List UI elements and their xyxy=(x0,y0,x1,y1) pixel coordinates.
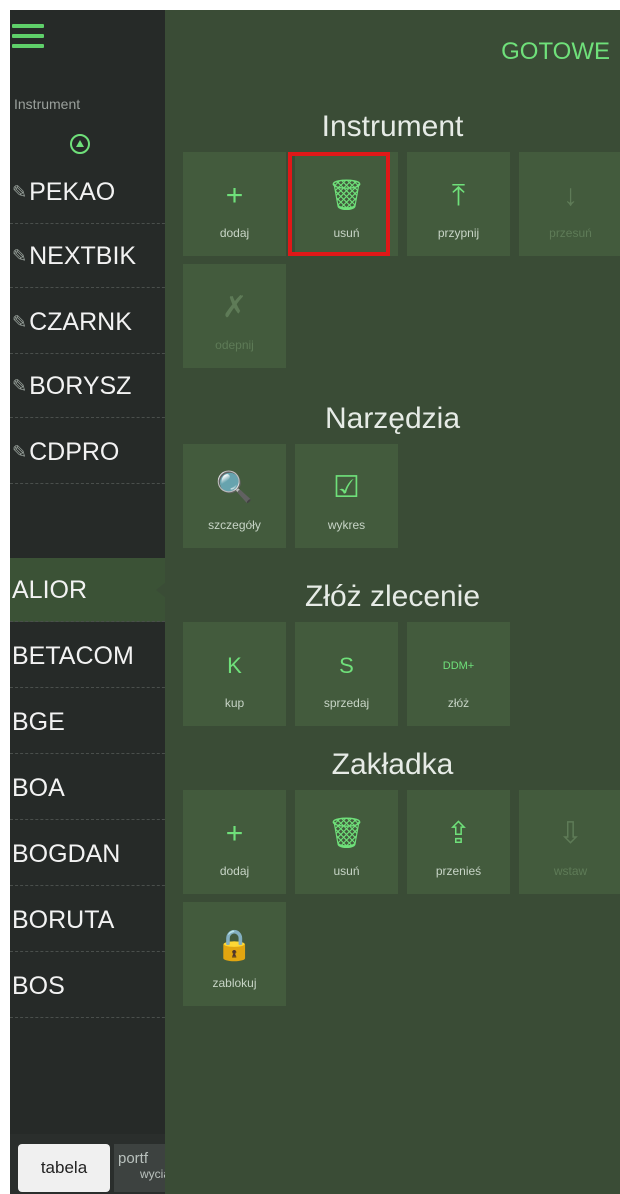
trash-icon: 🗑 xyxy=(327,817,366,850)
action-label: dodaj xyxy=(219,864,250,878)
instrument-name: BGE xyxy=(12,708,65,736)
action-tile[interactable]: ⇩ wstaw xyxy=(519,790,620,894)
instrument-row[interactable]: ✎CZARNK xyxy=(10,290,175,354)
action-label: przenieś xyxy=(435,864,482,878)
action-label: sprzedaj xyxy=(323,696,370,710)
instrument-name: NEXTBIK xyxy=(29,242,137,270)
action-tile[interactable]: + dodaj xyxy=(183,152,286,256)
instrument-row[interactable]: BOS xyxy=(10,954,175,1018)
instrument-name: BOA xyxy=(12,774,65,802)
tab-portfolio-label: portf xyxy=(118,1150,149,1167)
magnifier-icon: 🔍 xyxy=(215,471,254,504)
pin-icon: ✎ xyxy=(12,312,28,332)
instrument-row[interactable]: BOA xyxy=(10,756,175,820)
highlight-box xyxy=(288,152,390,256)
instrument-row[interactable]: ✎PEKAO xyxy=(10,160,175,224)
instrument-name: CDPRO xyxy=(29,438,120,466)
action-label: wykres xyxy=(327,518,366,532)
action-tile[interactable]: + dodaj xyxy=(183,790,286,894)
instrument-name: BOS xyxy=(12,972,65,1000)
pin-icon: ✎ xyxy=(12,182,28,202)
download-icon: ⇩ xyxy=(557,817,584,850)
tab-tabela[interactable]: tabela xyxy=(18,1144,110,1192)
action-label: zablokuj xyxy=(212,976,257,990)
pin-icon: ✎ xyxy=(12,376,28,396)
hamburger-menu-icon[interactable] xyxy=(12,24,44,52)
list-header-label: Instrument xyxy=(14,96,81,112)
action-label: złóż xyxy=(447,696,470,710)
instrument-name: PEKAO xyxy=(29,178,116,206)
section-title: Zakładka xyxy=(331,748,454,781)
move-down-icon: ↓ xyxy=(563,179,578,212)
chart-icon: ☑ xyxy=(333,471,360,504)
instrument-row[interactable]: BETACOM xyxy=(10,624,175,688)
action-tile[interactable]: ✗ odepnij xyxy=(183,264,286,368)
instrument-row[interactable]: BOGDAN xyxy=(10,822,175,886)
action-tile[interactable]: 🗑 usuń xyxy=(295,790,398,894)
instrument-name: ALIOR xyxy=(12,576,88,604)
action-tile[interactable]: DDM+ złóż xyxy=(407,622,510,726)
instrument-row[interactable]: ✎CDPRO xyxy=(10,420,175,484)
instrument-name: BETACOM xyxy=(12,642,134,670)
action-tile[interactable]: ↓ przesuń xyxy=(519,152,620,256)
action-label: odepnij xyxy=(215,338,254,352)
bottom-tab-bar: tabela portf wycia xyxy=(10,1134,175,1194)
instrument-row[interactable]: ✎BORYSZ xyxy=(10,354,175,418)
instrument-name: BORUTA xyxy=(12,906,115,934)
instrument-row[interactable]: BORUTA xyxy=(10,888,175,952)
instrument-name: BORYSZ xyxy=(29,372,132,400)
action-label: szczegóły xyxy=(208,518,261,532)
screen: Instrument ✎PEKAO ✎NEXTBIK ✎CZARNK ✎BORYSZ ✎… xyxy=(10,10,620,1194)
plus-icon: + xyxy=(225,179,244,212)
action-label: usuń xyxy=(333,864,360,878)
instrument-row[interactable]: BGE xyxy=(10,690,175,754)
action-tile[interactable]: Ssprzedaj xyxy=(295,622,398,726)
pin-icon: ✎ xyxy=(12,442,28,462)
action-label: przypnij xyxy=(437,226,480,240)
action-label: kup xyxy=(224,696,245,710)
instrument-name: CZARNK xyxy=(29,308,132,336)
action-tile[interactable]: Kkup xyxy=(183,622,286,726)
action-label: wstaw xyxy=(553,864,588,878)
section-title: Złóż zlecenie xyxy=(304,580,481,613)
action-tile[interactable]: 🔒 zablokuj xyxy=(183,902,286,1006)
edit-actions-panel: GOTOWE Instrument + dodaj 🗑 usuń ⤒ przypnij ↓ pr… xyxy=(165,10,620,1194)
buy-letter-icon: K xyxy=(227,653,242,678)
pin-top-icon: ⤒ xyxy=(451,179,466,212)
action-label: przesuń xyxy=(549,226,592,240)
section-title: Narzędzia xyxy=(324,402,461,435)
action-tile[interactable]: ☑ wykres xyxy=(295,444,398,548)
unpin-icon: ✗ xyxy=(221,291,248,324)
action-tile[interactable]: 🔍 szczegóły xyxy=(183,444,286,548)
instrument-name: BOGDAN xyxy=(12,840,121,868)
action-tile[interactable]: ⤒ przypnij xyxy=(407,152,510,256)
sell-letter-icon: S xyxy=(339,653,354,678)
section-title: Instrument xyxy=(321,110,464,143)
sort-up-icon[interactable] xyxy=(70,134,90,154)
upload-icon: ⇪ xyxy=(445,817,472,850)
done-button[interactable]: GOTOWE xyxy=(501,38,610,66)
lock-icon: 🔒 xyxy=(215,929,254,962)
instrument-row[interactable]: ✎NEXTBIK xyxy=(10,224,175,288)
action-label: dodaj xyxy=(219,226,250,240)
action-tile[interactable]: ⇪ przenieś xyxy=(407,790,510,894)
instrument-row[interactable]: ALIOR xyxy=(10,558,175,622)
instrument-list-panel: Instrument ✎PEKAO ✎NEXTBIK ✎CZARNK ✎BORYSZ ✎… xyxy=(10,10,175,1194)
ddm-icon: DDM+ xyxy=(442,660,475,672)
plus-icon: + xyxy=(225,817,244,850)
tab-portfolio-sub: wycia xyxy=(139,1167,170,1181)
pin-icon: ✎ xyxy=(12,246,28,266)
